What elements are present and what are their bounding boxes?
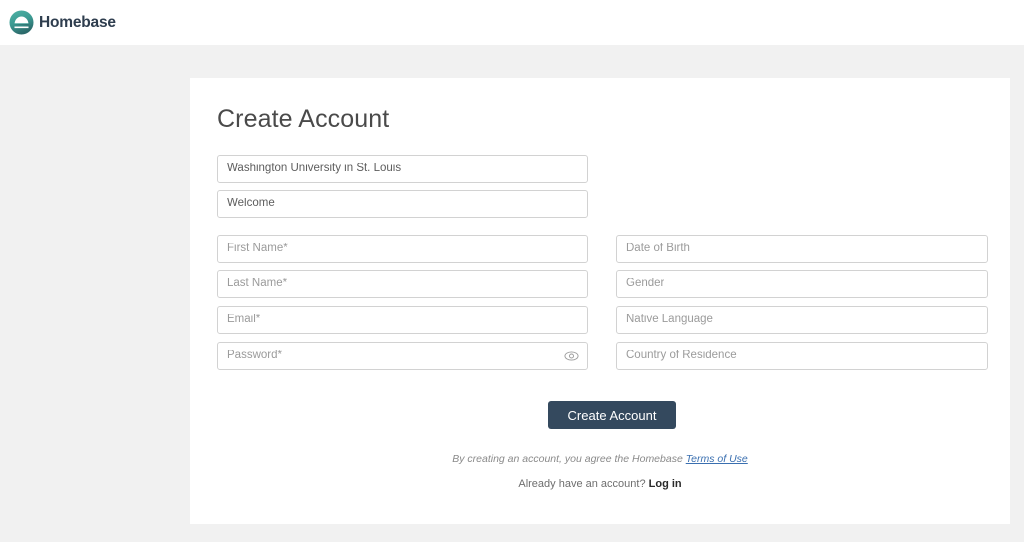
last-name-field[interactable]: Last Name* — [217, 270, 588, 298]
organization-value: Washington University in St. Louis — [227, 163, 401, 175]
app-header: Homebase — [0, 0, 1024, 45]
homebase-logo-icon — [9, 10, 34, 35]
create-account-card: Create Account Washington University in … — [190, 78, 1010, 524]
country-of-residence-placeholder: Country of Residence — [626, 350, 737, 362]
last-name-placeholder: Last Name* — [227, 278, 287, 290]
brand-logo[interactable]: Homebase — [9, 10, 116, 35]
date-of-birth-field[interactable]: Date of Birth — [616, 235, 988, 263]
password-placeholder: Password* — [227, 350, 282, 362]
email-field[interactable]: Email* — [217, 306, 588, 334]
page-title: Create Account — [217, 105, 389, 134]
date-of-birth-placeholder: Date of Birth — [626, 243, 690, 255]
country-of-residence-field[interactable]: Country of Residence — [616, 342, 988, 370]
greeting-value: Welcome — [227, 198, 275, 210]
email-placeholder: Email* — [227, 314, 260, 326]
password-field[interactable]: Password* — [217, 342, 588, 370]
gender-placeholder: Gender — [626, 278, 664, 290]
eye-icon-glyph — [564, 351, 579, 362]
native-language-field[interactable]: Native Language — [616, 306, 988, 334]
login-prefix: Already have an account? — [518, 478, 648, 490]
native-language-placeholder: Native Language — [626, 314, 713, 326]
log-in-link[interactable]: Log in — [649, 478, 682, 490]
first-name-field[interactable]: First Name* — [217, 235, 588, 263]
gender-field[interactable]: Gender — [616, 270, 988, 298]
greeting-field[interactable]: Welcome — [217, 190, 588, 218]
terms-of-use-link[interactable]: Terms of Use — [686, 453, 748, 465]
terms-prefix: By creating an account, you agree the Ho… — [452, 453, 685, 465]
first-name-placeholder: First Name* — [227, 243, 288, 255]
eye-icon[interactable] — [564, 350, 579, 363]
brand-name: Homebase — [39, 15, 116, 31]
login-prompt: Already have an account? Log in — [190, 478, 1010, 490]
terms-notice: By creating an account, you agree the Ho… — [190, 453, 1010, 465]
organization-field[interactable]: Washington University in St. Louis — [217, 155, 588, 183]
create-account-button[interactable]: Create Account — [548, 401, 676, 429]
